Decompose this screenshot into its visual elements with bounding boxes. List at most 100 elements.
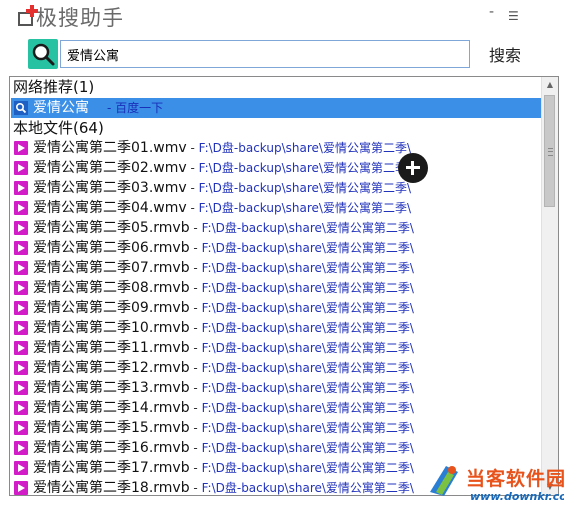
- local-section-header: 本地文件(64): [13, 119, 104, 137]
- file-row[interactable]: 爱情公寓第二季13.rmvb - F:\D盘-backup\share\爱情公寓…: [11, 378, 542, 398]
- file-separator: -: [189, 341, 202, 355]
- file-title: 爱情公寓第二季05.rmvb: [33, 220, 190, 236]
- file-name: 爱情公寓第二季05.rmvb - F:\D盘-backup\share\爱情公寓…: [33, 218, 414, 238]
- file-separator: -: [186, 161, 199, 175]
- results-list: 网络推荐(1) 爱情公寓 - 百度一下 本地文件(64) 爱情公寓第二季01.w…: [9, 76, 559, 496]
- video-file-icon: [14, 361, 28, 375]
- scroll-thumb[interactable]: [544, 95, 555, 207]
- video-file-icon: [14, 301, 28, 315]
- file-title: 爱情公寓第二季04.wmv: [33, 200, 187, 216]
- web-section-header: 网络推荐(1): [13, 78, 95, 96]
- search-button[interactable]: 搜索: [480, 42, 530, 66]
- file-name: 爱情公寓第二季16.rmvb - F:\D盘-backup\share\爱情公寓…: [33, 438, 414, 458]
- video-file-icon: [14, 261, 28, 275]
- video-file-icon: [14, 341, 28, 355]
- search-input[interactable]: [60, 40, 470, 68]
- file-row[interactable]: 爱情公寓第二季06.rmvb - F:\D盘-backup\share\爱情公寓…: [11, 238, 542, 258]
- grip-icon: [548, 148, 553, 156]
- title-bar: 极搜助手 - ☰: [0, 0, 564, 36]
- video-file-icon: [14, 481, 28, 495]
- file-name: 爱情公寓第二季13.rmvb - F:\D盘-backup\share\爱情公寓…: [33, 378, 414, 398]
- file-name: 爱情公寓第二季01.wmv - F:\D盘-backup\share\爱情公寓第…: [33, 138, 411, 158]
- scroll-up-arrow[interactable]: ▲: [542, 77, 558, 93]
- file-row[interactable]: 爱情公寓第二季12.rmvb - F:\D盘-backup\share\爱情公寓…: [11, 358, 542, 378]
- file-name: 爱情公寓第二季09.rmvb - F:\D盘-backup\share\爱情公寓…: [33, 298, 414, 318]
- web-result-hint: - 百度一下: [107, 101, 164, 115]
- web-result-item[interactable]: 爱情公寓 - 百度一下: [11, 98, 542, 118]
- file-path: F:\D盘-backup\share\爱情公寓第二季\: [198, 141, 412, 155]
- video-file-icon: [14, 381, 28, 395]
- file-separator: -: [189, 401, 202, 415]
- file-row[interactable]: 爱情公寓第二季05.rmvb - F:\D盘-backup\share\爱情公寓…: [11, 218, 542, 238]
- file-path: F:\D盘-backup\share\爱情公寓第二季\: [201, 261, 414, 275]
- file-row[interactable]: 爱情公寓第二季11.rmvb - F:\D盘-backup\share\爱情公寓…: [11, 338, 542, 358]
- file-path: F:\D盘-backup\share\爱情公寓第二季\: [201, 221, 414, 235]
- file-name: 爱情公寓第二季07.rmvb - F:\D盘-backup\share\爱情公寓…: [33, 258, 414, 278]
- file-path: F:\D盘-backup\share\爱情公寓第二季\: [201, 341, 414, 355]
- video-file-icon: [14, 201, 28, 215]
- file-row[interactable]: 爱情公寓第二季01.wmv - F:\D盘-backup\share\爱情公寓第…: [11, 138, 542, 158]
- file-title: 爱情公寓第二季13.rmvb: [33, 380, 190, 396]
- file-separator: -: [189, 241, 202, 255]
- file-path: F:\D盘-backup\share\爱情公寓第二季\: [201, 301, 414, 315]
- file-separator: -: [189, 481, 202, 495]
- file-row[interactable]: 爱情公寓第二季15.rmvb - F:\D盘-backup\share\爱情公寓…: [11, 418, 542, 438]
- file-row[interactable]: 爱情公寓第二季14.rmvb - F:\D盘-backup\share\爱情公寓…: [11, 398, 542, 418]
- file-path: F:\D盘-backup\share\爱情公寓第二季\: [201, 421, 414, 435]
- watermark-url: www.downkr.com: [470, 490, 564, 503]
- file-path: F:\D盘-backup\share\爱情公寓第二季\: [198, 201, 412, 215]
- file-row[interactable]: 爱情公寓第二季03.wmv - F:\D盘-backup\share\爱情公寓第…: [11, 178, 542, 198]
- file-separator: -: [189, 441, 202, 455]
- file-path: F:\D盘-backup\share\爱情公寓第二季\: [201, 281, 414, 295]
- file-name: 爱情公寓第二季15.rmvb - F:\D盘-backup\share\爱情公寓…: [33, 418, 414, 438]
- file-separator: -: [189, 221, 202, 235]
- vertical-scrollbar[interactable]: ▲ ▼: [541, 77, 558, 495]
- video-file-icon: [14, 461, 28, 475]
- file-row[interactable]: 爱情公寓第二季08.rmvb - F:\D盘-backup\share\爱情公寓…: [11, 278, 542, 298]
- file-name: 爱情公寓第二季17.rmvb - F:\D盘-backup\share\爱情公寓…: [33, 458, 414, 478]
- file-path: F:\D盘-backup\share\爱情公寓第二季\: [198, 181, 412, 195]
- file-row[interactable]: 爱情公寓第二季04.wmv - F:\D盘-backup\share\爱情公寓第…: [11, 198, 542, 218]
- minimize-button[interactable]: -: [489, 4, 494, 20]
- add-button[interactable]: [398, 153, 428, 183]
- file-path: F:\D盘-backup\share\爱情公寓第二季\: [201, 241, 414, 255]
- file-name: 爱情公寓第二季02.wmv - F:\D盘-backup\share\爱情公寓第…: [33, 158, 411, 178]
- file-path: F:\D盘-backup\share\爱情公寓第二季\: [201, 481, 414, 495]
- file-title: 爱情公寓第二季17.rmvb: [33, 460, 190, 476]
- watermark-logo-icon: [430, 466, 458, 496]
- video-file-icon: [14, 321, 28, 335]
- file-row[interactable]: 爱情公寓第二季09.rmvb - F:\D盘-backup\share\爱情公寓…: [11, 298, 542, 318]
- file-path: F:\D盘-backup\share\爱情公寓第二季\: [201, 401, 414, 415]
- watermark: 当客软件园 www.downkr.com: [418, 458, 564, 508]
- file-path: F:\D盘-backup\share\爱情公寓第二季\: [201, 381, 414, 395]
- file-separator: -: [189, 281, 202, 295]
- web-result-name: 爱情公寓: [33, 100, 89, 116]
- file-path: F:\D盘-backup\share\爱情公寓第二季\: [198, 161, 412, 175]
- file-path: F:\D盘-backup\share\爱情公寓第二季\: [201, 361, 414, 375]
- file-separator: -: [189, 461, 202, 475]
- file-row[interactable]: 爱情公寓第二季07.rmvb - F:\D盘-backup\share\爱情公寓…: [11, 258, 542, 278]
- video-file-icon: [14, 421, 28, 435]
- file-name: 爱情公寓第二季03.wmv - F:\D盘-backup\share\爱情公寓第…: [33, 178, 411, 198]
- app-title: 极搜助手: [36, 6, 124, 30]
- file-title: 爱情公寓第二季08.rmvb: [33, 280, 190, 296]
- file-title: 爱情公寓第二季10.rmvb: [33, 320, 190, 336]
- file-path: F:\D盘-backup\share\爱情公寓第二季\: [201, 441, 414, 455]
- file-name: 爱情公寓第二季06.rmvb - F:\D盘-backup\share\爱情公寓…: [33, 238, 414, 258]
- file-row[interactable]: 爱情公寓第二季10.rmvb - F:\D盘-backup\share\爱情公寓…: [11, 318, 542, 338]
- menu-button[interactable]: ☰: [508, 9, 519, 23]
- file-title: 爱情公寓第二季02.wmv: [33, 160, 187, 176]
- file-separator: -: [189, 381, 202, 395]
- file-separator: -: [189, 421, 202, 435]
- file-separator: -: [186, 141, 199, 155]
- file-row[interactable]: 爱情公寓第二季16.rmvb - F:\D盘-backup\share\爱情公寓…: [11, 438, 542, 458]
- file-path: F:\D盘-backup\share\爱情公寓第二季\: [201, 461, 414, 475]
- file-name: 爱情公寓第二季12.rmvb - F:\D盘-backup\share\爱情公寓…: [33, 358, 414, 378]
- file-row[interactable]: 爱情公寓第二季02.wmv - F:\D盘-backup\share\爱情公寓第…: [11, 158, 542, 178]
- file-name: 爱情公寓第二季08.rmvb - F:\D盘-backup\share\爱情公寓…: [33, 278, 414, 298]
- search-small-icon: [14, 101, 28, 115]
- file-title: 爱情公寓第二季07.rmvb: [33, 260, 190, 276]
- video-file-icon: [14, 141, 28, 155]
- file-separator: -: [189, 261, 202, 275]
- file-name: 爱情公寓第二季18.rmvb - F:\D盘-backup\share\爱情公寓…: [33, 478, 414, 495]
